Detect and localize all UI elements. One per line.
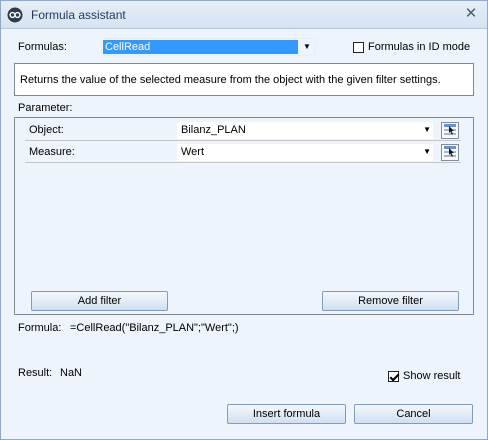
- result-label: Result:: [18, 367, 53, 379]
- insert-formula-button[interactable]: Insert formula: [227, 404, 346, 424]
- parameter-name: Object:: [29, 124, 64, 136]
- app-logo-icon: [7, 7, 23, 23]
- show-result-label: Show result: [403, 370, 461, 382]
- parameter-panel: Object: Bilanz_PLAN ▼ Measure: Wert ▼: [14, 117, 474, 315]
- id-mode-checkbox[interactable]: [353, 41, 364, 53]
- chevron-down-icon[interactable]: ▼: [423, 124, 431, 136]
- formula-assistant-dialog: Formula assistant ✕ Formulas: CellRead ▼…: [0, 0, 488, 440]
- result-value: NaN: [60, 367, 83, 379]
- id-mode-toggle[interactable]: Formulas in ID mode: [353, 41, 470, 53]
- object-select[interactable]: Bilanz_PLAN ▼: [177, 122, 433, 139]
- parameter-row-measure: Measure: Wert ▼: [25, 142, 461, 163]
- window-title: Formula assistant: [31, 8, 126, 22]
- measure-select-value: Wert: [181, 146, 205, 158]
- remove-filter-button[interactable]: Remove filter: [322, 291, 459, 311]
- formula-label: Formula:: [18, 322, 62, 334]
- show-result-checkbox[interactable]: [388, 370, 399, 382]
- chevron-down-icon[interactable]: ▼: [301, 40, 313, 54]
- chevron-down-icon[interactable]: ▼: [423, 146, 431, 158]
- object-select-value: Bilanz_PLAN: [181, 124, 246, 136]
- formula-description: Returns the value of the selected measur…: [20, 74, 441, 86]
- id-mode-label: Formulas in ID mode: [368, 41, 471, 53]
- formulas-label: Formulas:: [18, 41, 67, 53]
- formula-description-box: Returns the value of the selected measur…: [14, 63, 474, 96]
- title-bar[interactable]: Formula assistant ✕: [1, 1, 487, 29]
- measure-picker-icon[interactable]: [441, 144, 459, 161]
- formula-select-value: CellRead: [103, 40, 298, 54]
- formula-expression: =CellRead("Bilanz_PLAN";"Wert";): [70, 322, 239, 334]
- parameter-label: Parameter:: [18, 102, 73, 114]
- show-result-toggle[interactable]: Show result: [388, 370, 460, 382]
- formula-select[interactable]: CellRead ▼: [101, 38, 316, 56]
- add-filter-button[interactable]: Add filter: [31, 291, 168, 311]
- measure-select[interactable]: Wert ▼: [177, 144, 433, 161]
- parameter-row-object: Object: Bilanz_PLAN ▼: [25, 120, 461, 141]
- cancel-button[interactable]: Cancel: [354, 404, 473, 424]
- parameter-name: Measure:: [29, 146, 75, 158]
- object-picker-icon[interactable]: [441, 122, 459, 139]
- close-icon[interactable]: ✕: [463, 6, 479, 22]
